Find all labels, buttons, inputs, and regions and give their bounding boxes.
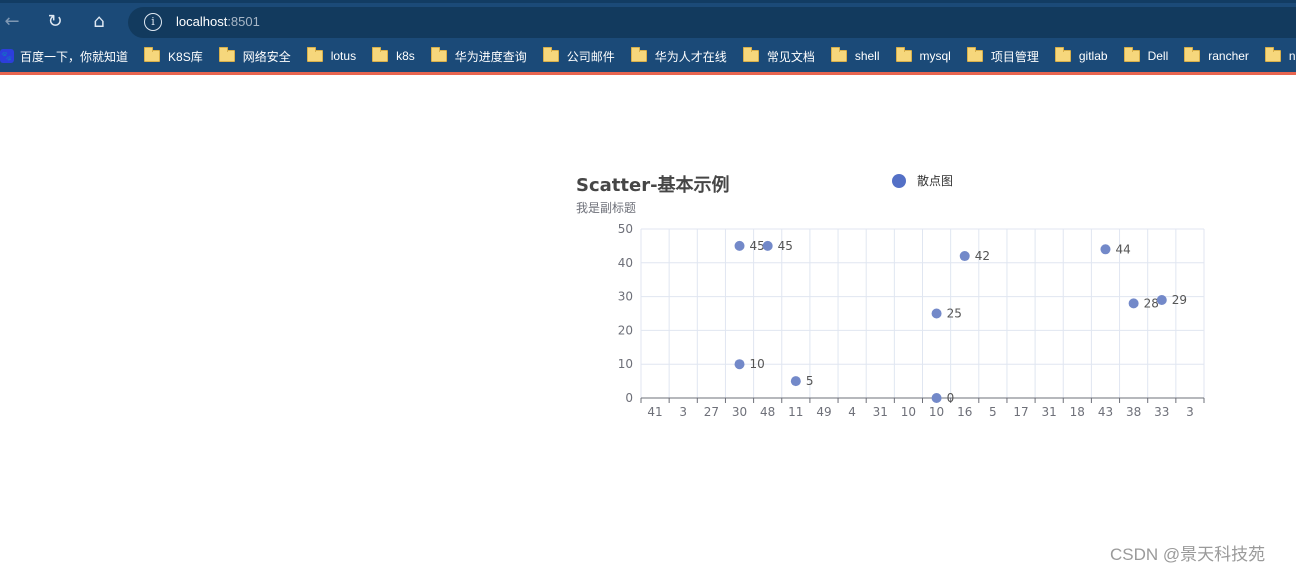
x-tick-label: 48	[760, 405, 775, 419]
data-point	[762, 240, 773, 251]
data-point	[790, 376, 801, 387]
y-tick-label: 40	[618, 256, 633, 270]
x-tick-label: 3	[679, 405, 687, 419]
y-tick-label: 30	[618, 290, 633, 304]
data-point	[931, 308, 942, 319]
x-tick-label: 31	[873, 405, 888, 419]
y-tick-label: 10	[618, 357, 633, 371]
x-tick-label: 18	[1070, 405, 1085, 419]
x-tick-label: 43	[1098, 405, 1113, 419]
data-label: 10	[750, 357, 765, 371]
data-point	[931, 393, 942, 403]
x-tick-label: 27	[704, 405, 719, 419]
data-label: 0	[947, 391, 955, 405]
data-point	[734, 359, 745, 370]
watermark: CSDN @景天科技苑	[1110, 545, 1266, 564]
x-tick-label: 11	[788, 405, 803, 419]
data-point	[734, 240, 745, 251]
y-tick-label: 50	[618, 222, 633, 236]
data-point	[1100, 244, 1111, 255]
data-label: 44	[1115, 242, 1130, 256]
x-tick-label: 30	[732, 405, 747, 419]
data-label: 45	[750, 239, 765, 253]
data-point	[1128, 298, 1139, 309]
data-label: 29	[1172, 293, 1187, 307]
x-tick-label: 33	[1154, 405, 1169, 419]
x-tick-label: 17	[1013, 405, 1028, 419]
x-tick-label: 3	[1186, 405, 1194, 419]
data-label: 5	[806, 374, 814, 388]
data-label: 42	[975, 249, 990, 263]
data-label: 25	[947, 307, 962, 321]
x-tick-label: 49	[816, 405, 831, 419]
x-tick-label: 38	[1126, 405, 1141, 419]
y-tick-label: 20	[618, 323, 633, 337]
x-tick-label: 10	[929, 405, 944, 419]
x-tick-label: 5	[989, 405, 997, 419]
x-tick-label: 16	[957, 405, 972, 419]
data-label: 28	[1144, 296, 1159, 310]
scatter-plot: 0102030405041 3 27 30 48 11 49 4 31 10 10 16 5 17 31 18…	[618, 222, 1205, 419]
data-point	[1156, 294, 1167, 305]
data-label: 45	[778, 239, 793, 253]
x-tick-label: 41	[647, 405, 662, 419]
x-tick-label: 31	[1042, 405, 1057, 419]
y-tick-label: 0	[625, 391, 633, 405]
data-point	[959, 251, 970, 262]
x-tick-label: 4	[848, 405, 856, 419]
x-tick-label: 10	[901, 405, 916, 419]
